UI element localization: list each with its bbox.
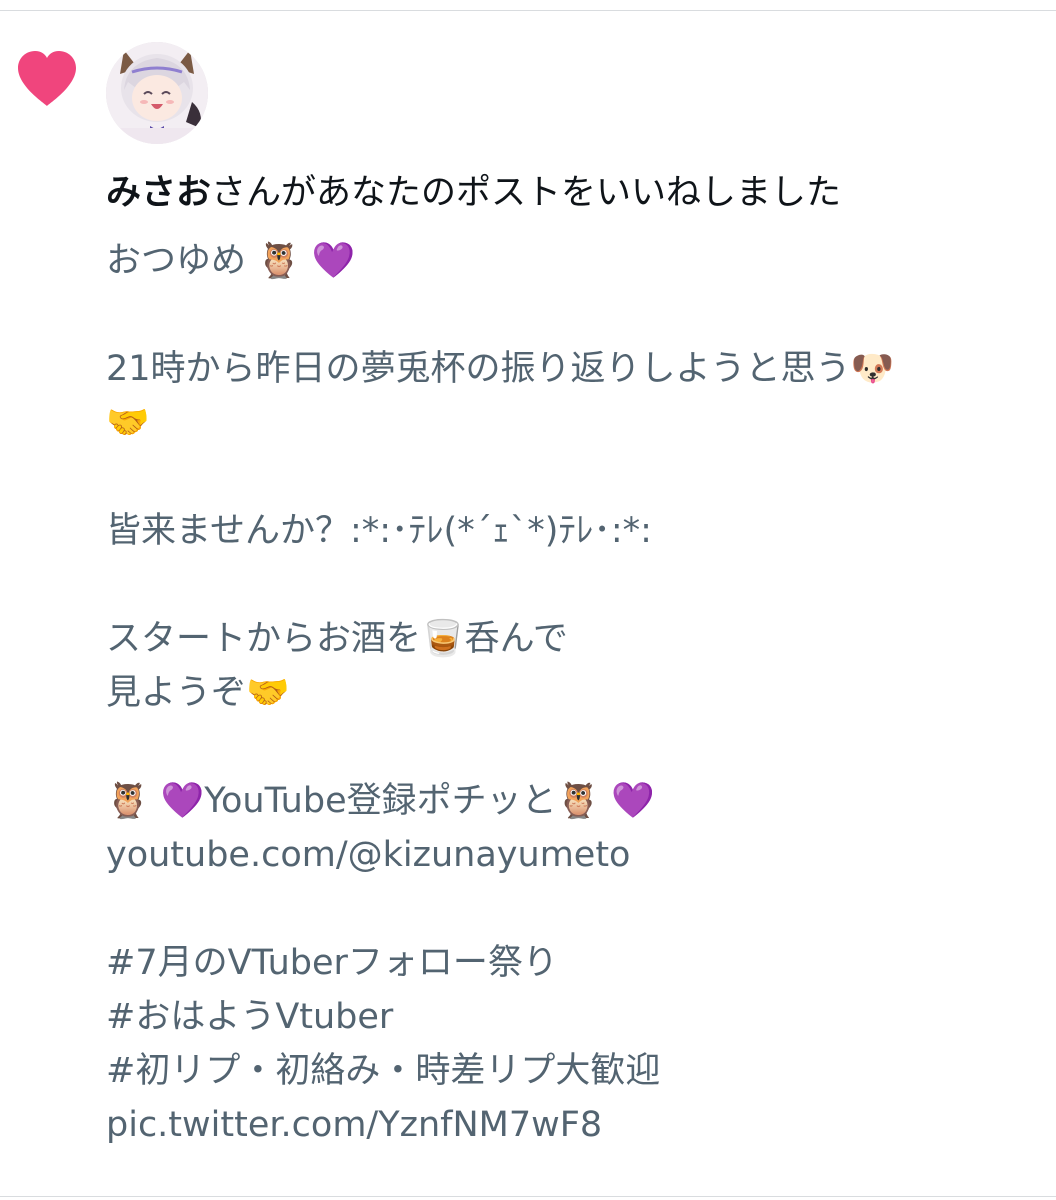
post-line [106, 450, 1036, 504]
post-line: 🦉 💜YouTube登録ポチッと🦉 💜 [106, 781, 655, 821]
user-name-link[interactable]: みさお [106, 173, 211, 213]
hashtag-link[interactable]: #初リプ・初絡み・時差リプ大歓迎 [106, 1044, 1036, 1098]
post-text[interactable]: おつゆめ 🦉 💜 21時から昨日の夢兎杯の振り返りしようと思う🐶 🤝 皆来ません… [106, 234, 1036, 1152]
like-notification-text: みさおさんがあなたのポストをいいねしました [106, 166, 1036, 220]
post-line [106, 288, 1036, 342]
youtube-link[interactable]: youtube.com/@kizunayumeto [106, 828, 1036, 882]
post-line: 🤝 [106, 403, 150, 443]
post-line [106, 882, 1036, 936]
heart-icon [18, 51, 76, 106]
post-line [106, 558, 1036, 612]
hashtag-link[interactable]: #7月のVTuberフォロー祭り [106, 936, 1036, 990]
avatar[interactable] [106, 42, 208, 144]
post-line: スタートからお酒を🥃呑んで [106, 619, 568, 659]
top-divider [0, 10, 1056, 11]
post-line [106, 720, 1036, 774]
post-line: おつゆめ 🦉 💜 [106, 241, 356, 281]
post-line: 皆来ませんか？:*:･ﾃﾚ(*´ｪ`*)ﾃﾚ･:*: [106, 511, 652, 551]
post-line: 21時から昨日の夢兎杯の振り返りしようと思う🐶 [106, 349, 895, 389]
notification-action-text: さんがあなたのポストをいいねしました [211, 173, 842, 213]
hashtag-link[interactable]: #おはようVtuber [106, 990, 1036, 1044]
bottom-divider [0, 1196, 1056, 1197]
pic-link[interactable]: pic.twitter.com/YznfNM7wF8 [106, 1098, 1036, 1152]
post-line: 見ようぞ🤝 [106, 673, 290, 713]
